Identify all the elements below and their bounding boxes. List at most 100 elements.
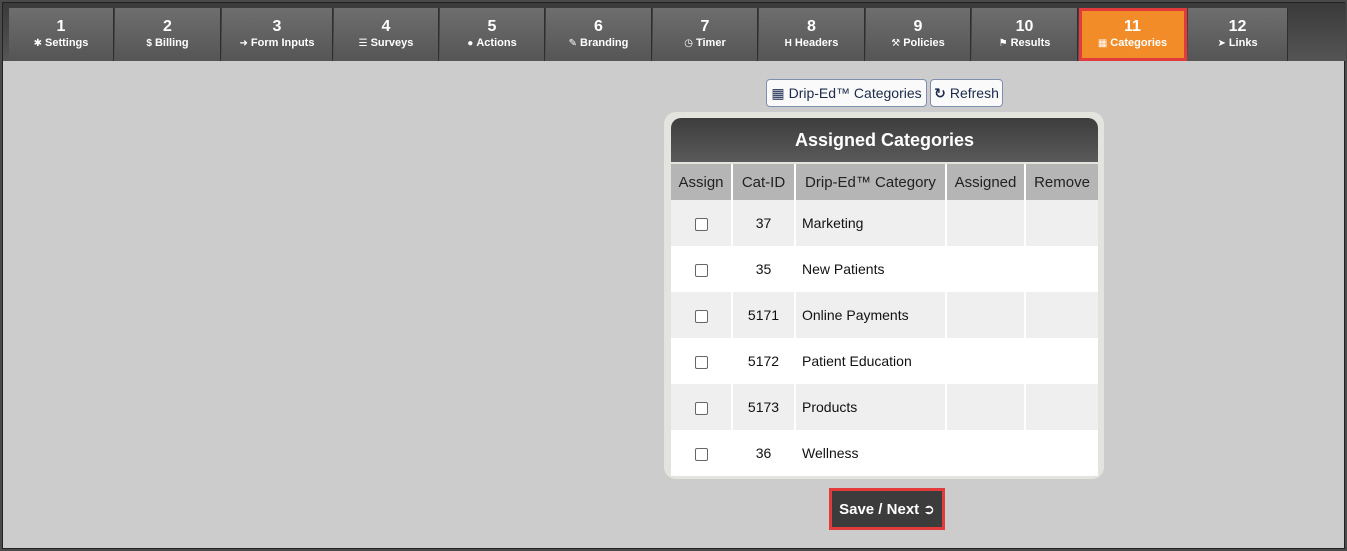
refresh-icon: ↻ bbox=[934, 84, 946, 101]
table-row: 37 Marketing bbox=[671, 200, 1098, 246]
app-frame: 1 ✱ Settings 2 $ Billing 3 ➜ Form Inputs 4 … bbox=[2, 2, 1346, 549]
assign-checkbox[interactable] bbox=[694, 447, 708, 461]
category-name-cell: Marketing bbox=[795, 200, 947, 246]
tab-settings[interactable]: 1 ✱ Settings bbox=[9, 8, 114, 61]
table-header-row: Assign Cat-ID Drip-Ed™ Category Assigned… bbox=[671, 164, 1098, 200]
column-header-assigned[interactable]: Assigned bbox=[946, 164, 1026, 200]
cat-id-cell: 36 bbox=[732, 430, 796, 476]
tab-label: Policies bbox=[903, 37, 945, 49]
save-next-button[interactable]: Save / Next ➲ bbox=[829, 488, 945, 530]
cubes-icon: ▦ bbox=[771, 84, 785, 101]
table-row: 35 New Patients bbox=[671, 246, 1098, 292]
assign-checkbox[interactable] bbox=[694, 217, 708, 231]
categories-table: Assign Cat-ID Drip-Ed™ Category Assigned… bbox=[671, 164, 1098, 476]
column-header-assign[interactable]: Assign bbox=[671, 164, 733, 200]
assigned-categories-panel: Assigned Categories Assign Cat-ID Drip-E… bbox=[664, 112, 1104, 479]
sign-in-icon: ➜ bbox=[239, 38, 248, 49]
tab-number: 10 bbox=[1015, 18, 1034, 35]
tab-number: 12 bbox=[1228, 18, 1247, 35]
cat-id-cell: 5171 bbox=[732, 292, 796, 338]
drip-ed-categories-label: Drip-Ed™ Categories bbox=[788, 85, 922, 101]
table-row: 36 Wellness bbox=[671, 430, 1098, 476]
column-header-remove[interactable]: Remove bbox=[1025, 164, 1098, 200]
cat-id-cell: 5172 bbox=[732, 338, 796, 384]
tab-number: 6 bbox=[594, 18, 603, 35]
column-header-category[interactable]: Drip-Ed™ Category bbox=[795, 164, 947, 200]
assigned-cell bbox=[946, 200, 1026, 246]
category-name-cell: Patient Education bbox=[795, 338, 947, 384]
cat-id-cell: 37 bbox=[732, 200, 796, 246]
tab-number: 5 bbox=[487, 18, 497, 35]
tab-label: Results bbox=[1010, 37, 1051, 49]
tab-label: Settings bbox=[44, 37, 89, 49]
tab-label: Categories bbox=[1110, 37, 1168, 49]
tab-label: Billing bbox=[154, 37, 189, 49]
gavel-icon: ⚒ bbox=[891, 38, 901, 49]
step-tab-bar: 1 ✱ Settings 2 $ Billing 3 ➜ Form Inputs 4 … bbox=[3, 3, 1346, 61]
tab-surveys[interactable]: 4 ☰ Surveys bbox=[334, 8, 439, 61]
tab-billing[interactable]: 2 $ Billing bbox=[115, 8, 221, 61]
table-row: 5171 Online Payments bbox=[671, 292, 1098, 338]
remove-cell bbox=[1025, 246, 1098, 292]
tab-policies[interactable]: 9 ⚒ Policies bbox=[866, 8, 971, 61]
tab-categories[interactable]: 11 ▦ Categories bbox=[1079, 8, 1187, 61]
tab-number: 8 bbox=[807, 18, 816, 35]
assigned-cell bbox=[946, 292, 1026, 338]
tab-number: 9 bbox=[913, 18, 923, 35]
assigned-cell bbox=[946, 430, 1026, 476]
remove-cell bbox=[1025, 338, 1098, 384]
category-name-cell: Products bbox=[795, 384, 947, 430]
dollar-icon: $ bbox=[146, 38, 152, 49]
remove-cell bbox=[1025, 430, 1098, 476]
assigned-cell bbox=[946, 246, 1026, 292]
tab-label: Headers bbox=[794, 37, 839, 49]
tab-label: Surveys bbox=[370, 37, 414, 49]
tab-label: Timer bbox=[695, 37, 726, 49]
pointer-icon: ➤ bbox=[1217, 38, 1226, 49]
category-name-cell: New Patients bbox=[795, 246, 947, 292]
tab-actions[interactable]: 5 ● Actions bbox=[440, 8, 545, 61]
table-row: 5172 Patient Education bbox=[671, 338, 1098, 384]
tab-headers[interactable]: 8 H Headers bbox=[759, 8, 865, 61]
user-icon: ● bbox=[467, 38, 474, 49]
list-icon: ☰ bbox=[358, 38, 368, 49]
assign-checkbox[interactable] bbox=[694, 309, 708, 323]
assign-checkbox[interactable] bbox=[694, 355, 708, 369]
tab-number: 7 bbox=[700, 18, 710, 35]
drip-ed-categories-button[interactable]: ▦ Drip-Ed™ Categories bbox=[766, 79, 927, 107]
tab-links[interactable]: 12 ➤ Links bbox=[1188, 8, 1288, 61]
table-row: 5173 Products bbox=[671, 384, 1098, 430]
tab-number: 3 bbox=[272, 18, 282, 35]
tab-results[interactable]: 10 ⚑ Results bbox=[972, 8, 1078, 61]
assigned-cell bbox=[946, 338, 1026, 384]
gear-icon: ✱ bbox=[33, 38, 42, 49]
tab-label: Branding bbox=[580, 37, 629, 49]
tab-number: 2 bbox=[163, 18, 172, 35]
save-next-label: Save / Next bbox=[839, 500, 920, 518]
cat-id-cell: 5173 bbox=[732, 384, 796, 430]
tab-label: Actions bbox=[476, 37, 517, 49]
assign-checkbox[interactable] bbox=[694, 263, 708, 277]
tab-number: 4 bbox=[381, 18, 391, 35]
cat-id-cell: 35 bbox=[732, 246, 796, 292]
clock-icon: ◷ bbox=[684, 38, 693, 49]
column-header-cat-id[interactable]: Cat-ID bbox=[732, 164, 796, 200]
refresh-button[interactable]: ↻ Refresh bbox=[930, 79, 1003, 107]
arrow-circle-right-icon: ➲ bbox=[923, 500, 935, 517]
tab-branding[interactable]: 6 ✎ Branding bbox=[546, 8, 652, 61]
tab-label: Form Inputs bbox=[250, 37, 315, 49]
category-name-cell: Online Payments bbox=[795, 292, 947, 338]
tab-number: 11 bbox=[1124, 18, 1141, 35]
cubes-icon: ▦ bbox=[1097, 38, 1108, 49]
tab-number: 1 bbox=[56, 18, 66, 35]
assigned-cell bbox=[946, 384, 1026, 430]
tab-timer[interactable]: 7 ◷ Timer bbox=[653, 8, 758, 61]
flag-icon: ⚑ bbox=[998, 38, 1008, 49]
remove-cell bbox=[1025, 292, 1098, 338]
brush-icon: ✎ bbox=[568, 38, 578, 49]
remove-cell bbox=[1025, 200, 1098, 246]
refresh-label: Refresh bbox=[949, 85, 999, 101]
assign-checkbox[interactable] bbox=[694, 401, 708, 415]
tab-label: Links bbox=[1228, 37, 1258, 49]
tab-form-inputs[interactable]: 3 ➜ Form Inputs bbox=[222, 8, 333, 61]
